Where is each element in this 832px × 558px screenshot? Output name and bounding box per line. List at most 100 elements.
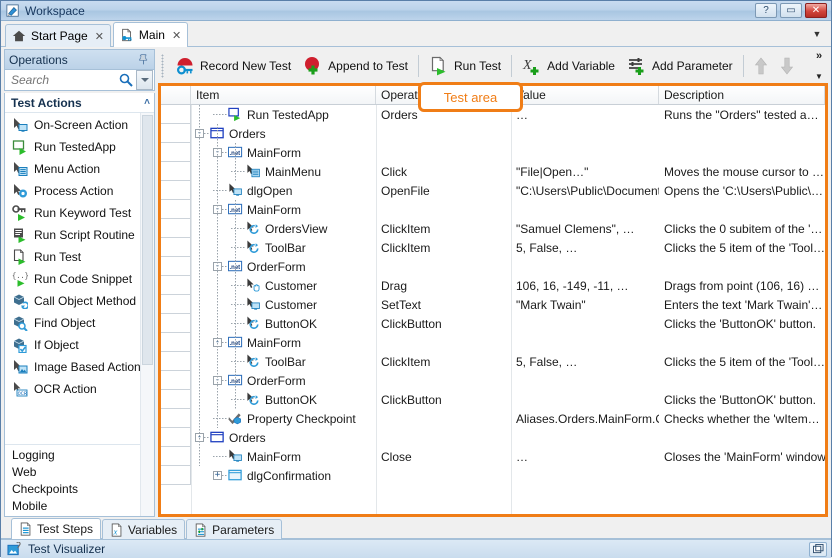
cell-operation[interactable]: ClickItem [376,219,511,238]
table-row[interactable]: ButtonOK ClickButton Clicks the 'ButtonOK'… [161,314,825,333]
cell-description[interactable]: Opens the 'C:\Users\Public\… [659,181,825,200]
cell-item[interactable]: -.netMainForm [191,200,376,219]
cell-operation[interactable] [376,333,511,352]
cell-value[interactable] [511,333,659,352]
cell-item[interactable]: dlgOpen [191,181,376,200]
table-row[interactable]: -.netOrderForm [161,371,825,390]
cell-item[interactable]: Property Checkpoint [191,409,376,428]
cell-description[interactable]: Moves the mouse cursor to … [659,162,825,181]
restore-button[interactable]: ▭ [780,3,802,18]
cell-operation[interactable]: Close [376,447,511,466]
cell-value[interactable] [511,124,659,143]
op-item-run-testedapp[interactable]: Run TestedApp [5,136,154,158]
row-gutter[interactable] [161,238,191,257]
cell-operation[interactable]: Click [376,162,511,181]
cell-item[interactable]: -.netMainForm [191,333,376,352]
table-row[interactable]: ToolBar ClickItem 5, False, … Clicks the 5 … [161,238,825,257]
cell-description[interactable]: Enters the text 'Mark Twain'… [659,295,825,314]
op-item-image-based-action[interactable]: Image Based Action [5,356,154,378]
tab-main-close-icon[interactable]: ✕ [172,29,181,42]
record-new-test-button[interactable]: Record New Test [169,52,297,80]
cell-value[interactable] [511,143,659,162]
cell-item[interactable]: Customer [191,295,376,314]
row-gutter[interactable] [161,390,191,409]
table-row[interactable]: -.netOrderForm [161,257,825,276]
cell-value[interactable] [511,390,659,409]
table-row[interactable]: + dlgConfirmation [161,466,825,485]
toolbar-overflow[interactable]: » ▼ [810,49,828,83]
cell-value[interactable]: "C:\Users\Public\Documents… [511,181,659,200]
row-gutter[interactable] [161,124,191,143]
cell-item[interactable]: ToolBar [191,238,376,257]
row-gutter[interactable] [161,162,191,181]
cell-description[interactable] [659,428,825,447]
add-variable-button[interactable]: X Add Variable [516,52,621,80]
close-button[interactable]: ✕ [805,3,827,18]
cell-value[interactable]: "File|Open…" [511,162,659,181]
cell-item[interactable]: -.netMainForm [191,143,376,162]
op-item-process-action[interactable]: Process Action [5,180,154,202]
cell-item[interactable]: + dlgConfirmation [191,466,376,485]
cell-item[interactable]: MainForm [191,447,376,466]
row-gutter[interactable] [161,409,191,428]
move-up-button[interactable] [748,52,774,80]
cell-value[interactable] [511,314,659,333]
tab-main[interactable]: Main ✕ [112,22,189,47]
op-item-run-script-routine[interactable]: Run Script Routine [5,224,154,246]
cell-description[interactable]: Runs the "Orders" tested a… [659,105,825,124]
pin-icon[interactable] [137,53,150,66]
append-to-test-button[interactable]: Append to Test [297,52,414,80]
table-row[interactable]: -Orders [161,124,825,143]
table-row[interactable]: -Orders [161,428,825,447]
row-gutter[interactable] [161,352,191,371]
cell-operation[interactable]: OpenFile [376,181,511,200]
row-gutter[interactable] [161,333,191,352]
row-gutter[interactable] [161,466,191,485]
cell-operation[interactable]: ClickButton [376,314,511,333]
cell-description[interactable] [659,333,825,352]
cell-description[interactable]: Checks whether the 'wItem… [659,409,825,428]
op-item-run-code-snippet[interactable]: {..} Run Code Snippet [5,268,154,290]
tab-test-steps[interactable]: Test Steps [11,518,102,539]
tab-list-caret-icon[interactable]: ▼ [809,26,825,42]
table-row[interactable]: -.netMainForm [161,143,825,162]
cell-operation[interactable]: ClickButton [376,390,511,409]
table-row[interactable]: MainForm Close… Closes the 'MainForm' wind… [161,447,825,466]
row-gutter[interactable] [161,143,191,162]
toolbar-grip[interactable] [160,54,165,78]
row-gutter[interactable] [161,314,191,333]
cell-item[interactable]: OrdersView [191,219,376,238]
row-gutter[interactable] [161,371,191,390]
tab-start-page[interactable]: Start Page ✕ [5,24,111,47]
cell-item[interactable]: Customer [191,276,376,295]
help-button[interactable]: ? [755,3,777,18]
cell-value[interactable]: 106, 16, -149, -11, … [511,276,659,295]
grid-column-value[interactable]: Value [511,86,659,104]
cell-description[interactable] [659,371,825,390]
cell-value[interactable] [511,257,659,276]
grid-column-item[interactable]: Item [191,86,376,104]
cell-description[interactable] [659,124,825,143]
table-row[interactable]: OrdersView ClickItem "Samuel Clemens", … Cl… [161,219,825,238]
move-down-button[interactable] [774,52,800,80]
cell-item[interactable]: -Orders [191,428,376,447]
table-row[interactable]: Property Checkpoint Aliases.Orders.MainFo… [161,409,825,428]
run-test-button[interactable]: Run Test [423,52,507,80]
row-gutter[interactable] [161,276,191,295]
cell-operation[interactable] [376,143,511,162]
op-item-menu-action[interactable]: Menu Action [5,158,154,180]
cell-operation[interactable]: ClickItem [376,238,511,257]
op-item-find-object[interactable]: Find Object [5,312,154,334]
cell-description[interactable]: Clicks the 'ButtonOK' button. [659,314,825,333]
group-web[interactable]: Web [5,463,154,480]
row-gutter[interactable] [161,219,191,238]
cell-value[interactable]: 5, False, … [511,238,659,257]
add-parameter-button[interactable]: Add Parameter [621,52,739,80]
visualizer-restore-button[interactable] [809,541,827,557]
cell-operation[interactable] [376,200,511,219]
cell-value[interactable]: "Mark Twain" [511,295,659,314]
table-row[interactable]: ToolBar ClickItem 5, False, … Clicks the 5 … [161,352,825,371]
magnifier-icon[interactable] [118,72,134,88]
operations-scrollbar[interactable] [140,113,154,516]
cell-value[interactable]: … [511,447,659,466]
